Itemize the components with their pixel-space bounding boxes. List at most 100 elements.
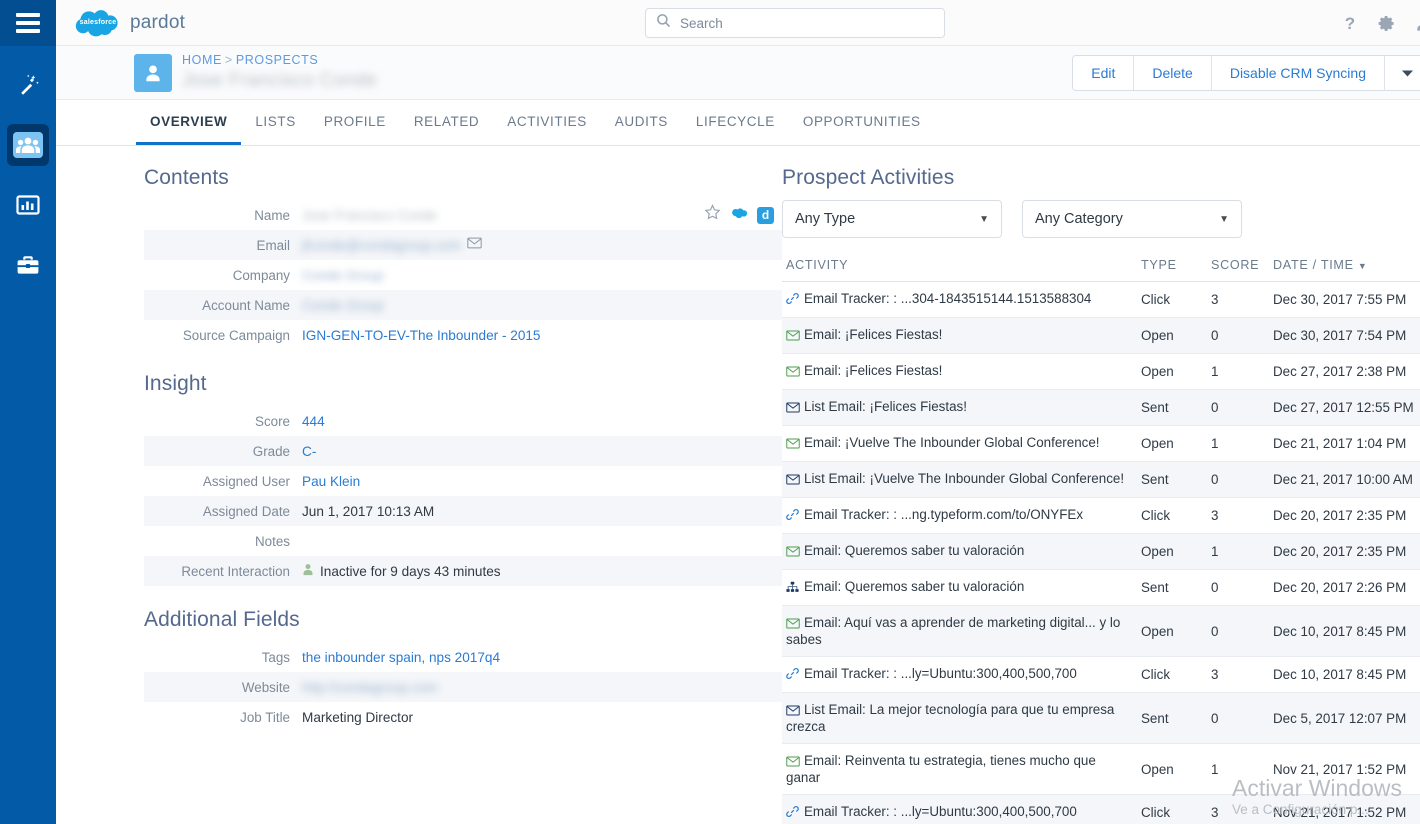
brand-logo[interactable]: salesforce pardot [56, 8, 185, 38]
tab-audits[interactable]: AUDITS [601, 100, 682, 145]
cell-datetime: Dec 30, 2017 7:55 PM [1269, 282, 1420, 318]
cell-activity: Email: ¡Felices Fiestas! [782, 354, 1137, 390]
column-header-type[interactable]: TYPE [1137, 252, 1207, 282]
cell-score: 0 [1207, 390, 1269, 426]
activity-link[interactable]: Email: ¡Felices Fiestas! [804, 327, 942, 342]
prospect-avatar-icon [134, 54, 172, 92]
activity-link[interactable]: Email Tracker: : ...ly=Ubuntu:300,400,50… [804, 804, 1077, 819]
field-value-source-campaign[interactable]: IGN-GEN-TO-EV-The Inbounder - 2015 [302, 328, 541, 343]
activity-category-filter[interactable]: Any Category ▼ [1022, 200, 1242, 238]
search-box[interactable] [645, 8, 945, 38]
activity-link[interactable]: List Email: La mejor tecnología para que… [786, 702, 1114, 734]
field-value-account-name: Conde Group [302, 298, 384, 313]
envelope-sent-icon [786, 704, 801, 719]
activity-link[interactable]: List Email: ¡Felices Fiestas! [804, 399, 967, 414]
cell-activity: Email: ¡Vuelve The Inbounder Global Conf… [782, 426, 1137, 462]
envelope-icon[interactable] [467, 236, 482, 254]
tab-profile[interactable]: PROFILE [310, 100, 400, 145]
tab-lifecycle[interactable]: LIFECYCLE [682, 100, 789, 145]
cell-datetime: Dec 10, 2017 8:45 PM [1269, 606, 1420, 657]
field-value-grade[interactable]: C- [302, 444, 316, 459]
activity-filters: Any Type ▼ Any Category ▼ [782, 200, 1420, 238]
tab-related[interactable]: RELATED [400, 100, 493, 145]
cell-type: Open [1137, 318, 1207, 354]
more-actions-button[interactable] [1385, 56, 1420, 90]
inactive-person-icon [302, 563, 314, 579]
cell-score: 0 [1207, 693, 1269, 744]
field-label: Assigned User [144, 474, 302, 489]
tab-opportunities[interactable]: OPPORTUNITIES [789, 100, 935, 145]
activities-table: ACTIVITY TYPE SCORE DATE / TIME ▼ Email … [782, 252, 1420, 824]
link-icon [786, 667, 801, 683]
activity-link[interactable]: Email Tracker: : ...ng.typeform.com/to/O… [804, 507, 1083, 522]
breadcrumb-home[interactable]: HOME [182, 53, 222, 67]
table-row: Email: Aquí vas a aprender de marketing … [782, 606, 1420, 657]
sitemap-icon [786, 581, 801, 596]
envelope-open-icon [786, 755, 801, 770]
cell-score: 0 [1207, 606, 1269, 657]
field-row-email: Email jfconde@condagroup.com [144, 230, 782, 260]
cell-datetime: Dec 27, 2017 2:38 PM [1269, 354, 1420, 390]
envelope-open-icon [786, 365, 801, 380]
activity-link[interactable]: Email: ¡Vuelve The Inbounder Global Conf… [804, 435, 1100, 450]
activity-link[interactable]: Email Tracker: : ...ly=Ubuntu:300,400,50… [804, 666, 1077, 681]
activity-type-filter-value: Any Type [795, 211, 855, 227]
chevron-down-icon: ▼ [979, 214, 989, 225]
discoverorg-d-icon[interactable]: d [757, 207, 774, 224]
field-value-score[interactable]: 444 [302, 414, 325, 429]
cell-datetime: Dec 20, 2017 2:35 PM [1269, 498, 1420, 534]
cell-score: 1 [1207, 744, 1269, 795]
favorite-star-icon[interactable] [704, 204, 721, 226]
tab-overview[interactable]: OVERVIEW [136, 100, 241, 145]
global-search [645, 8, 945, 38]
field-value-tags[interactable]: the inbounder spain, nps 2017q4 [302, 650, 500, 665]
rail-item-list [0, 46, 56, 286]
activity-type-filter[interactable]: Any Type ▼ [782, 200, 1002, 238]
gear-icon[interactable] [1377, 14, 1396, 33]
cell-datetime: Nov 21, 2017 1:52 PM [1269, 795, 1420, 824]
user-icon[interactable] [1414, 14, 1420, 33]
sidebar-item-marketing[interactable] [7, 64, 49, 106]
activity-link[interactable]: Email: Aquí vas a aprender de marketing … [786, 615, 1120, 647]
salesforce-cloud-icon[interactable] [730, 206, 748, 224]
field-label: Website [144, 680, 302, 695]
field-label: Grade [144, 444, 302, 459]
activity-link[interactable]: Email: Reinventa tu estrategia, tienes m… [786, 753, 1096, 785]
field-label: Email [144, 238, 302, 253]
edit-button[interactable]: Edit [1073, 56, 1134, 90]
link-icon [786, 508, 801, 524]
field-label: Tags [144, 650, 302, 665]
cell-type: Click [1137, 282, 1207, 318]
activity-link[interactable]: List Email: ¡Vuelve The Inbounder Global… [804, 471, 1124, 486]
sidebar-item-reports[interactable] [7, 184, 49, 226]
activity-link[interactable]: Email Tracker: : ...304-1843515144.15135… [804, 291, 1091, 306]
cell-datetime: Dec 5, 2017 12:07 PM [1269, 693, 1420, 744]
sidebar-item-prospects[interactable] [7, 124, 49, 166]
column-header-datetime[interactable]: DATE / TIME ▼ [1269, 252, 1420, 282]
table-row: Email: ¡Felices Fiestas!Open1Dec 27, 201… [782, 354, 1420, 390]
search-input[interactable] [680, 16, 934, 31]
tab-activities[interactable]: ACTIVITIES [493, 100, 601, 145]
breadcrumb-prospects[interactable]: PROSPECTS [236, 53, 319, 67]
field-value-assigned-user[interactable]: Pau Klein [302, 474, 360, 489]
cell-score: 0 [1207, 570, 1269, 606]
field-value-recent-interaction: Inactive for 9 days 43 minutes [302, 563, 501, 579]
envelope-open-icon [786, 545, 801, 560]
disable-crm-syncing-button[interactable]: Disable CRM Syncing [1212, 56, 1385, 90]
cell-activity: Email: Queremos saber tu valoración [782, 534, 1137, 570]
help-icon[interactable]: ? [1341, 14, 1359, 33]
activity-link[interactable]: Email: Queremos saber tu valoración [804, 579, 1024, 594]
tab-lists[interactable]: LISTS [241, 100, 310, 145]
global-nav-rail [0, 0, 56, 824]
delete-button[interactable]: Delete [1134, 56, 1211, 90]
hamburger-menu-button[interactable] [0, 0, 56, 46]
table-row: List Email: ¡Vuelve The Inbounder Global… [782, 462, 1420, 498]
field-label: Score [144, 414, 302, 429]
cell-score: 1 [1207, 354, 1269, 390]
sidebar-item-admin[interactable] [7, 244, 49, 286]
svg-text:?: ? [1345, 14, 1355, 33]
activity-link[interactable]: Email: ¡Felices Fiestas! [804, 363, 942, 378]
activity-link[interactable]: Email: Queremos saber tu valoración [804, 543, 1024, 558]
activity-category-filter-value: Any Category [1035, 211, 1123, 227]
top-bar: salesforce pardot ? [56, 0, 1420, 46]
